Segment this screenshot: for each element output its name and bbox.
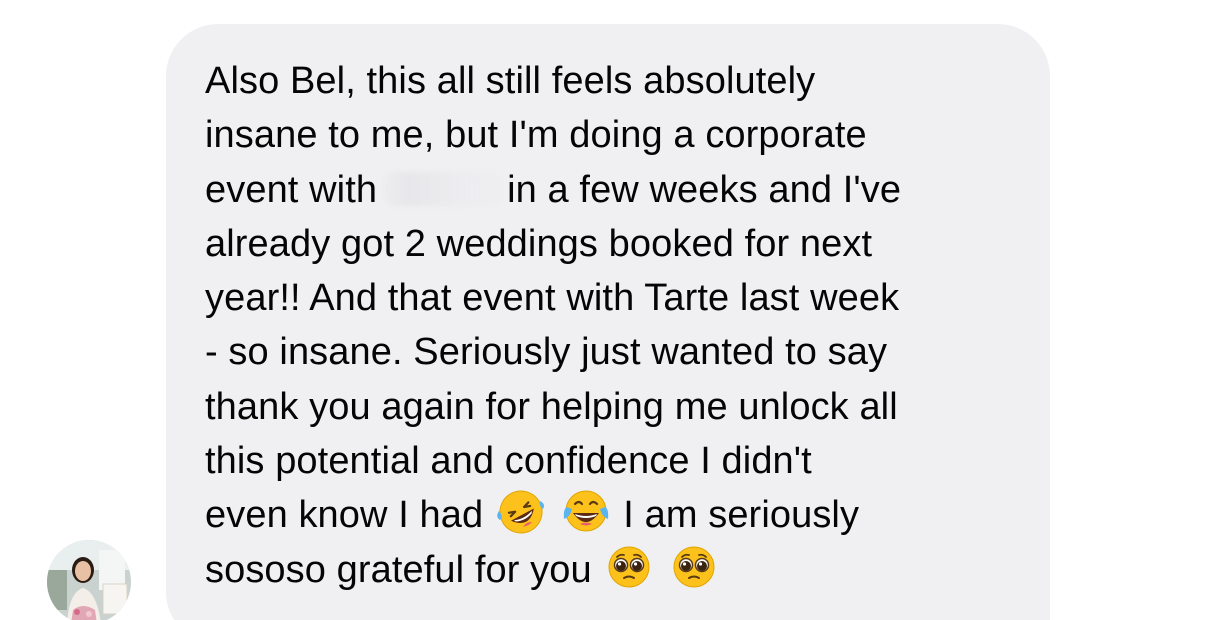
message-line-1: Also Bel, this all still feels absolutel… [205, 60, 816, 102]
chat-screen: Also Bel, this all still feels absolutel… [0, 0, 1206, 620]
message-line-3-end: in a few weeks and I've [507, 168, 902, 211]
redacted-blur [383, 171, 502, 206]
rofl-emoji-icon [496, 487, 546, 537]
message-line-6: - so insane. Seriously just wanted to sa… [205, 331, 888, 374]
message-line-9: even know I had I am seriously [205, 488, 1035, 542]
message-line-3-start: event with [205, 168, 378, 211]
message-line-4: already got 2 weddings booked for next [205, 222, 873, 265]
pleading-face-emoji-icon-2 [669, 542, 719, 592]
sender-avatar[interactable] [47, 540, 131, 620]
message-line-10: sososo grateful for you [205, 543, 1035, 597]
message-text: Also Bel, this all still feels absolutel… [205, 54, 1035, 597]
pleading-face-emoji-icon [604, 542, 654, 592]
message-line-5: year!! And that event with Tarte last we… [205, 277, 900, 320]
message-line-7: thank you again for helping me unlock al… [205, 385, 898, 428]
tears-of-joy-emoji-icon [561, 487, 611, 537]
message-line-9-end: I am seriously [623, 494, 860, 537]
message-line-9-start: even know I had [205, 494, 484, 537]
message-line-2: insane to me, but I'm doing a corporate [205, 114, 867, 157]
message-line-10-start: sososo grateful for you [205, 548, 592, 591]
message-line-8: this potential and confidence I didn't [205, 440, 812, 483]
message-line-3: event with in a few weeks and I've [205, 163, 1035, 217]
